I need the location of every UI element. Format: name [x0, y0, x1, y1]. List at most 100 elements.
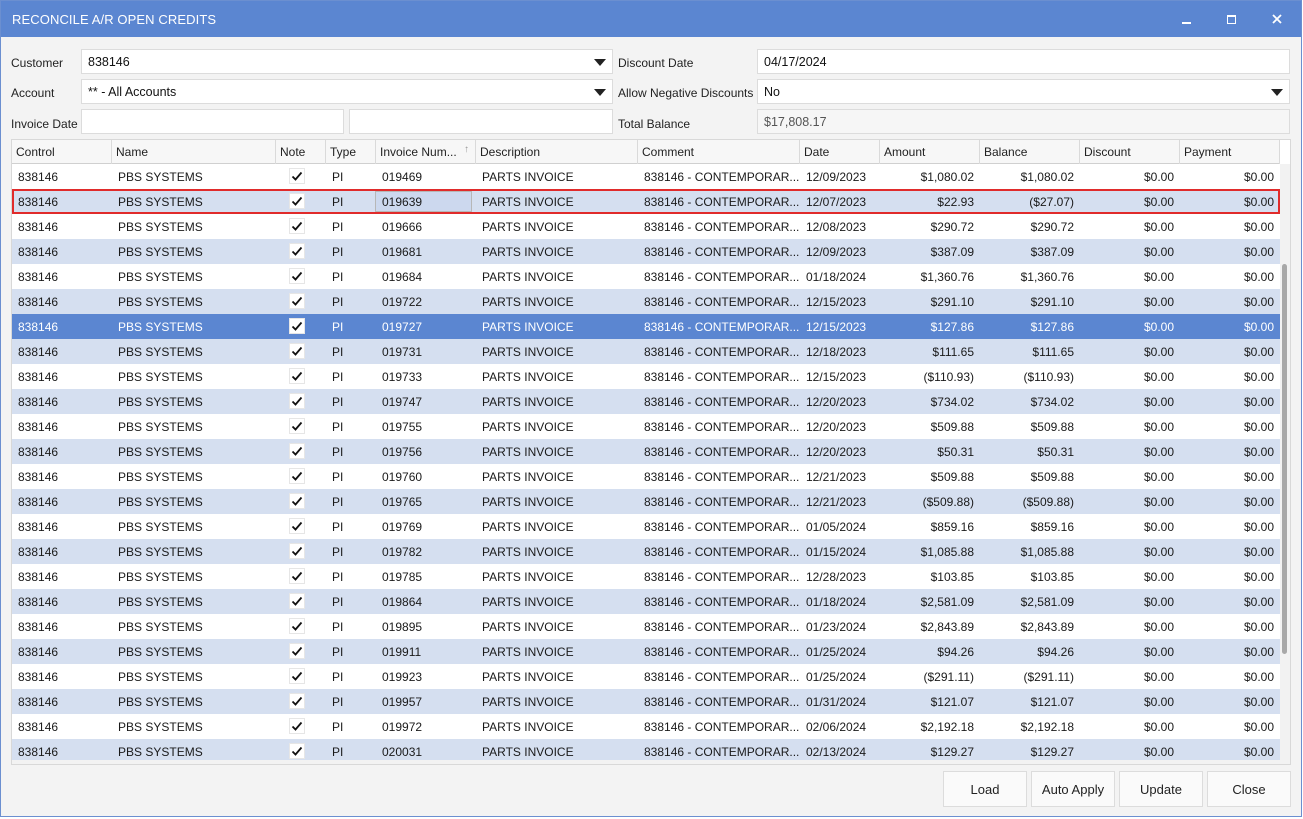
- table-row[interactable]: 838146 PBS SYSTEMS PI 019911 PARTS INVOICE 83…: [12, 639, 1280, 664]
- col-name-header[interactable]: Name: [112, 140, 276, 164]
- col-control-header[interactable]: Control: [12, 140, 112, 164]
- cell-type: PI: [332, 620, 344, 634]
- note-checkbox[interactable]: [289, 743, 305, 759]
- col-payment-header[interactable]: Payment: [1180, 140, 1280, 164]
- table-row[interactable]: 838146 PBS SYSTEMS PI 019785 PARTS INVOICE 83…: [12, 564, 1280, 589]
- note-checkbox[interactable]: [289, 718, 305, 734]
- table-row[interactable]: 838146 PBS SYSTEMS PI 019765 PARTS INVOICE 83…: [12, 489, 1280, 514]
- table-row[interactable]: 838146 PBS SYSTEMS PI 019722 PARTS INVOICE 83…: [12, 289, 1280, 314]
- note-checkbox[interactable]: [289, 343, 305, 359]
- discount-date-input[interactable]: 04/17/2024: [757, 49, 1290, 74]
- cell-comment: 838146 - CONTEMPORAR...: [644, 645, 800, 659]
- col-invoice-header[interactable]: Invoice Num... ↑: [376, 140, 476, 164]
- note-checkbox[interactable]: [289, 368, 305, 384]
- note-checkbox[interactable]: [289, 618, 305, 634]
- load-button[interactable]: Load: [943, 771, 1027, 807]
- account-label: Account: [11, 86, 55, 100]
- cell-payment: $0.00: [1243, 370, 1274, 384]
- horizontal-scrollbar[interactable]: [12, 760, 1280, 764]
- table-row[interactable]: 838146 PBS SYSTEMS PI 019684 PARTS INVOICE 83…: [12, 264, 1280, 289]
- col-date-header[interactable]: Date: [800, 140, 880, 164]
- maximize-button[interactable]: [1208, 1, 1254, 37]
- account-dropdown[interactable]: ** - All Accounts: [81, 79, 613, 104]
- title-bar[interactable]: RECONCILE A/R OPEN CREDITS: [1, 1, 1301, 37]
- invoice-date-to-input[interactable]: [349, 109, 613, 134]
- cell-discount: $0.00: [1143, 295, 1174, 309]
- note-checkbox[interactable]: [289, 168, 305, 184]
- table-row[interactable]: 838146 PBS SYSTEMS PI 019733 PARTS INVOICE 83…: [12, 364, 1280, 389]
- table-row[interactable]: 838146 PBS SYSTEMS PI 019666 PARTS INVOICE 83…: [12, 214, 1280, 239]
- cell-type: PI: [332, 570, 344, 584]
- table-row[interactable]: 838146 PBS SYSTEMS PI 019731 PARTS INVOICE 83…: [12, 339, 1280, 364]
- cell-discount: $0.00: [1143, 320, 1174, 334]
- cell-date: 12/20/2023: [806, 395, 867, 409]
- table-row[interactable]: 838146 PBS SYSTEMS PI 019760 PARTS INVOICE 83…: [12, 464, 1280, 489]
- note-checkbox[interactable]: [289, 493, 305, 509]
- table-row[interactable]: 838146 PBS SYSTEMS PI 019923 PARTS INVOICE 83…: [12, 664, 1280, 689]
- note-checkbox[interactable]: [289, 518, 305, 534]
- cell-name: PBS SYSTEMS: [118, 670, 203, 684]
- note-checkbox[interactable]: [289, 268, 305, 284]
- vertical-scrollbar[interactable]: [1280, 164, 1290, 764]
- cell-discount: $0.00: [1143, 720, 1174, 734]
- col-discount-header[interactable]: Discount: [1080, 140, 1180, 164]
- close-button[interactable]: Close: [1207, 771, 1291, 807]
- minimize-button[interactable]: [1163, 1, 1209, 37]
- table-row[interactable]: 838146 PBS SYSTEMS PI 019755 PARTS INVOICE 83…: [12, 414, 1280, 439]
- cell-comment: 838146 - CONTEMPORAR...: [644, 695, 800, 709]
- cell-control: 838146: [18, 245, 59, 259]
- table-row[interactable]: 838146 PBS SYSTEMS PI 019756 PARTS INVOICE 83…: [12, 439, 1280, 464]
- auto-apply-button[interactable]: Auto Apply: [1031, 771, 1115, 807]
- cell-description: PARTS INVOICE: [482, 420, 574, 434]
- table-row[interactable]: 838146 PBS SYSTEMS PI 019769 PARTS INVOICE 83…: [12, 514, 1280, 539]
- table-row[interactable]: 838146 PBS SYSTEMS PI 019895 PARTS INVOICE 83…: [12, 614, 1280, 639]
- col-comment-header[interactable]: Comment: [638, 140, 800, 164]
- table-row[interactable]: 838146 PBS SYSTEMS PI 019957 PARTS INVOICE 83…: [12, 689, 1280, 714]
- cell-description: PARTS INVOICE: [482, 520, 574, 534]
- table-row[interactable]: 838146 PBS SYSTEMS PI 019747 PARTS INVOICE 83…: [12, 389, 1280, 414]
- table-row[interactable]: 838146 PBS SYSTEMS PI 019972 PARTS INVOICE 83…: [12, 714, 1280, 739]
- discount-date-label: Discount Date: [618, 56, 694, 70]
- invoice-date-from-input[interactable]: [81, 109, 344, 134]
- close-window-button[interactable]: [1254, 1, 1300, 37]
- note-checkbox[interactable]: [289, 243, 305, 259]
- cell-name: PBS SYSTEMS: [118, 645, 203, 659]
- credits-grid[interactable]: Control Name Note Type Invoice Num... ↑ …: [11, 139, 1291, 765]
- note-checkbox[interactable]: [289, 468, 305, 484]
- col-description-header[interactable]: Description: [476, 140, 638, 164]
- cell-payment: $0.00: [1243, 495, 1274, 509]
- note-checkbox[interactable]: [289, 318, 305, 334]
- note-checkbox[interactable]: [289, 543, 305, 559]
- note-checkbox[interactable]: [289, 393, 305, 409]
- update-button[interactable]: Update: [1119, 771, 1203, 807]
- table-row[interactable]: 838146 PBS SYSTEMS PI 019864 PARTS INVOICE 83…: [12, 589, 1280, 614]
- note-checkbox[interactable]: [289, 418, 305, 434]
- note-checkbox[interactable]: [289, 218, 305, 234]
- cell-control: 838146: [18, 720, 59, 734]
- checkmark-icon: [291, 296, 303, 306]
- note-checkbox[interactable]: [289, 643, 305, 659]
- table-row[interactable]: 838146 PBS SYSTEMS PI 019727 PARTS INVOICE 83…: [12, 314, 1280, 339]
- cell-comment: 838146 - CONTEMPORAR...: [644, 620, 800, 634]
- table-row[interactable]: 838146 PBS SYSTEMS PI 019639 PARTS INVOICE 83…: [12, 189, 1280, 214]
- cell-comment: 838146 - CONTEMPORAR...: [644, 720, 800, 734]
- col-note-header[interactable]: Note: [276, 140, 326, 164]
- note-checkbox[interactable]: [289, 568, 305, 584]
- table-row[interactable]: 838146 PBS SYSTEMS PI 019782 PARTS INVOICE 83…: [12, 539, 1280, 564]
- scrollbar-thumb[interactable]: [1282, 264, 1287, 654]
- note-checkbox[interactable]: [289, 193, 305, 209]
- table-row[interactable]: 838146 PBS SYSTEMS PI 019469 PARTS INVOICE 83…: [12, 164, 1280, 189]
- cell-description: PARTS INVOICE: [482, 445, 574, 459]
- table-row[interactable]: 838146 PBS SYSTEMS PI 019681 PARTS INVOICE 83…: [12, 239, 1280, 264]
- col-amount-header[interactable]: Amount: [880, 140, 980, 164]
- col-type-header[interactable]: Type: [326, 140, 376, 164]
- allow-negative-discounts-dropdown[interactable]: No: [757, 79, 1290, 104]
- cell-payment: $0.00: [1243, 445, 1274, 459]
- note-checkbox[interactable]: [289, 668, 305, 684]
- note-checkbox[interactable]: [289, 593, 305, 609]
- col-balance-header[interactable]: Balance: [980, 140, 1080, 164]
- note-checkbox[interactable]: [289, 693, 305, 709]
- customer-dropdown[interactable]: 838146: [81, 49, 613, 74]
- note-checkbox[interactable]: [289, 443, 305, 459]
- note-checkbox[interactable]: [289, 293, 305, 309]
